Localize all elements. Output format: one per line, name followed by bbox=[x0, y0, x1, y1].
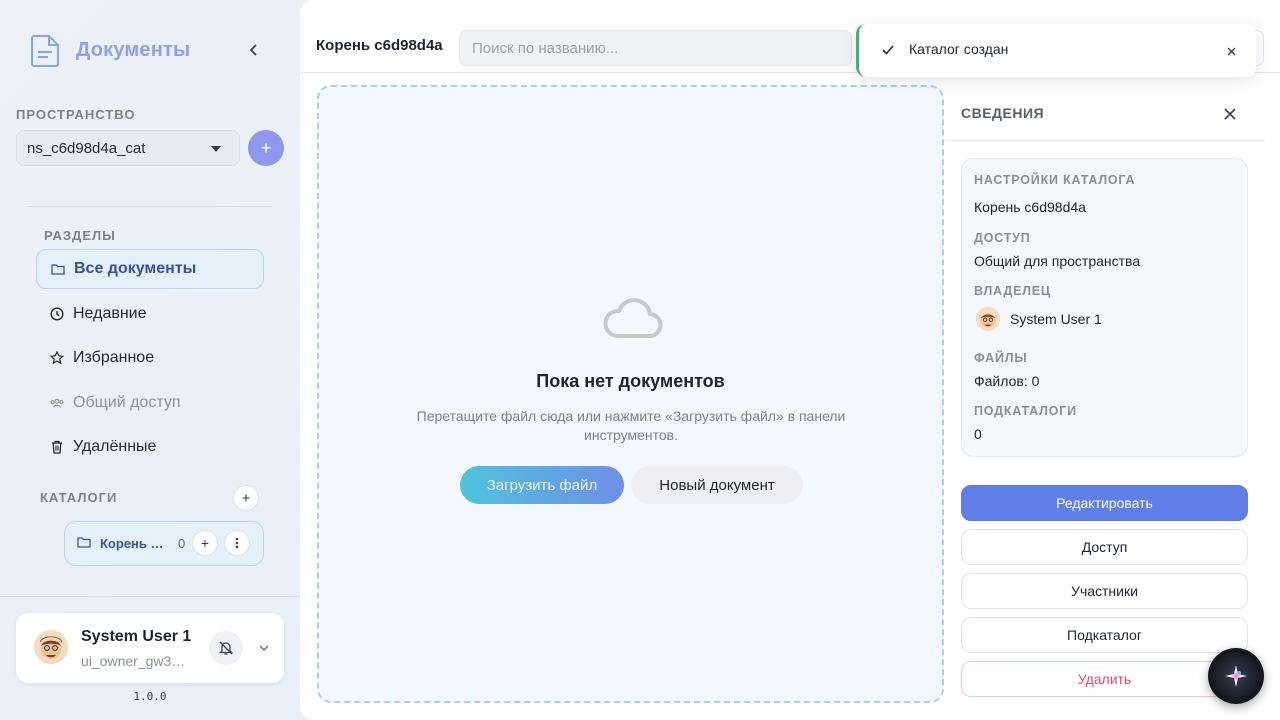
plus-icon: + bbox=[241, 489, 251, 507]
close-icon bbox=[1227, 47, 1235, 55]
assistant-orb-button[interactable] bbox=[1208, 648, 1264, 704]
subcatalogs-value: 0 bbox=[974, 426, 982, 442]
catalog-info-card: НАСТРОЙКИ КАТАЛОГА Корень c6d98d4a ДОСТУ… bbox=[961, 158, 1248, 457]
plus-icon: + bbox=[200, 535, 210, 551]
user-name: System User 1 bbox=[81, 628, 192, 645]
owner-label: ВЛАДЕЛЕЦ bbox=[974, 284, 1051, 298]
upload-file-button[interactable]: Загрузить файл bbox=[460, 466, 624, 504]
notifications-button[interactable] bbox=[209, 631, 243, 665]
catalog-more-button[interactable] bbox=[224, 530, 250, 556]
details-title: СВЕДЕНИЯ bbox=[961, 105, 1045, 121]
sidebar-item-label: Все документы bbox=[74, 260, 197, 277]
edit-button[interactable]: Редактировать bbox=[961, 485, 1248, 521]
new-document-button[interactable]: Новый документ bbox=[631, 466, 803, 504]
divider bbox=[945, 140, 1265, 141]
catalog-name: Корень c6d98d4a bbox=[100, 536, 168, 551]
sidebar-item-favorites[interactable]: Избранное bbox=[36, 338, 264, 378]
toast-close-button[interactable] bbox=[1223, 43, 1239, 59]
caret-down-icon bbox=[211, 146, 221, 152]
user-card[interactable]: System User 1 ui_owner_gw3@... bbox=[16, 613, 284, 683]
catalog-count: 0 bbox=[178, 536, 186, 551]
details-panel: СВЕДЕНИЯ НАСТРОЙКИ КАТАЛОГА Корень c6d98… bbox=[945, 85, 1280, 720]
sidebar-item-label: Избранное bbox=[73, 349, 155, 366]
clock-icon bbox=[50, 307, 64, 321]
access-label: ДОСТУП bbox=[974, 231, 1031, 245]
toast-notification: Каталог создан bbox=[856, 24, 1256, 77]
subcatalogs-label: ПОДКАТАЛОГИ bbox=[974, 404, 1077, 418]
files-value: Файлов: 0 bbox=[974, 373, 1040, 389]
sidebar-item-label: Общий доступ bbox=[73, 394, 181, 411]
delete-button[interactable]: Удалить bbox=[961, 661, 1248, 697]
sidebar-item-shared[interactable]: Общий доступ bbox=[36, 383, 264, 423]
subcatalog-button[interactable]: Подкаталог bbox=[961, 617, 1248, 653]
star-icon bbox=[50, 351, 64, 365]
empty-state-title: Пока нет документов bbox=[536, 371, 725, 391]
user-email: ui_owner_gw3@... bbox=[81, 653, 196, 669]
sidebar-item-trash[interactable]: Удалённые bbox=[36, 427, 264, 467]
namespace-select[interactable]: ns_c6d98d4a_cat bbox=[16, 130, 240, 166]
main-panel: Корень c6d98d4a Пока нет документов Пере… bbox=[300, 0, 1280, 720]
divider bbox=[28, 206, 272, 207]
sidebar-item-label: Удалённые bbox=[73, 438, 157, 455]
catalog-item-root[interactable]: Корень c6d98d4a 0 + bbox=[64, 521, 264, 566]
settings-value: Корень c6d98d4a bbox=[974, 199, 1086, 215]
owner-name: System User 1 bbox=[1010, 311, 1102, 327]
sparkle-icon bbox=[1225, 665, 1247, 687]
sidebar: Документы ПРОСТРАНСТВО ns_c6d98d4a_cat +… bbox=[0, 0, 300, 720]
plus-icon: + bbox=[260, 137, 272, 158]
document-logo-icon bbox=[31, 35, 59, 67]
members-button[interactable]: Участники bbox=[961, 573, 1248, 609]
more-vertical-icon bbox=[235, 537, 239, 549]
users-icon bbox=[50, 396, 64, 410]
search-input[interactable] bbox=[459, 30, 852, 66]
access-button[interactable]: Доступ bbox=[961, 529, 1248, 565]
settings-label: НАСТРОЙКИ КАТАЛОГА bbox=[974, 173, 1136, 187]
close-details-button[interactable] bbox=[1220, 104, 1240, 124]
page-title: Корень c6d98d4a bbox=[316, 37, 443, 54]
toast-message: Каталог создан bbox=[909, 41, 1009, 57]
sections-label: РАЗДЕЛЫ bbox=[44, 228, 116, 243]
space-label: ПРОСТРАНСТВО bbox=[16, 107, 136, 122]
owner-row: System User 1 bbox=[976, 307, 1102, 331]
empty-state-subtitle: Перетащите файл сюда или нажмите «Загруз… bbox=[416, 408, 846, 443]
brand[interactable]: Документы bbox=[30, 32, 190, 68]
brand-title: Документы bbox=[76, 38, 191, 61]
access-value: Общий для пространства bbox=[974, 253, 1141, 269]
check-icon bbox=[882, 45, 894, 55]
divider bbox=[0, 596, 300, 597]
folder-icon bbox=[51, 262, 65, 276]
sidebar-item-all-documents[interactable]: Все документы bbox=[36, 249, 264, 289]
bell-off-icon bbox=[218, 641, 234, 655]
user-menu-toggle[interactable] bbox=[256, 641, 272, 655]
collapse-sidebar-button[interactable] bbox=[244, 40, 264, 60]
upload-dropzone[interactable]: Пока нет документов Перетащите файл сюда… bbox=[317, 85, 944, 703]
add-namespace-button[interactable]: + bbox=[248, 130, 284, 166]
cloud-icon bbox=[603, 298, 663, 338]
folder-icon bbox=[77, 535, 91, 553]
avatar bbox=[34, 630, 68, 664]
sidebar-item-label: Недавние bbox=[73, 305, 147, 322]
sidebar-item-recent[interactable]: Недавние bbox=[36, 294, 264, 334]
catalogs-label: КАТАЛОГИ bbox=[40, 490, 118, 505]
namespace-selected-value: ns_c6d98d4a_cat bbox=[27, 139, 146, 157]
chevron-left-icon bbox=[249, 44, 257, 56]
avatar bbox=[976, 307, 1000, 331]
close-icon bbox=[1224, 108, 1236, 120]
files-label: ФАЙЛЫ bbox=[974, 351, 1028, 365]
catalog-add-child-button[interactable]: + bbox=[192, 530, 218, 556]
chevron-down-icon bbox=[259, 644, 269, 651]
app-version: 1.0.0 bbox=[133, 690, 167, 703]
trash-icon bbox=[50, 440, 64, 454]
add-catalog-button[interactable]: + bbox=[233, 485, 259, 511]
